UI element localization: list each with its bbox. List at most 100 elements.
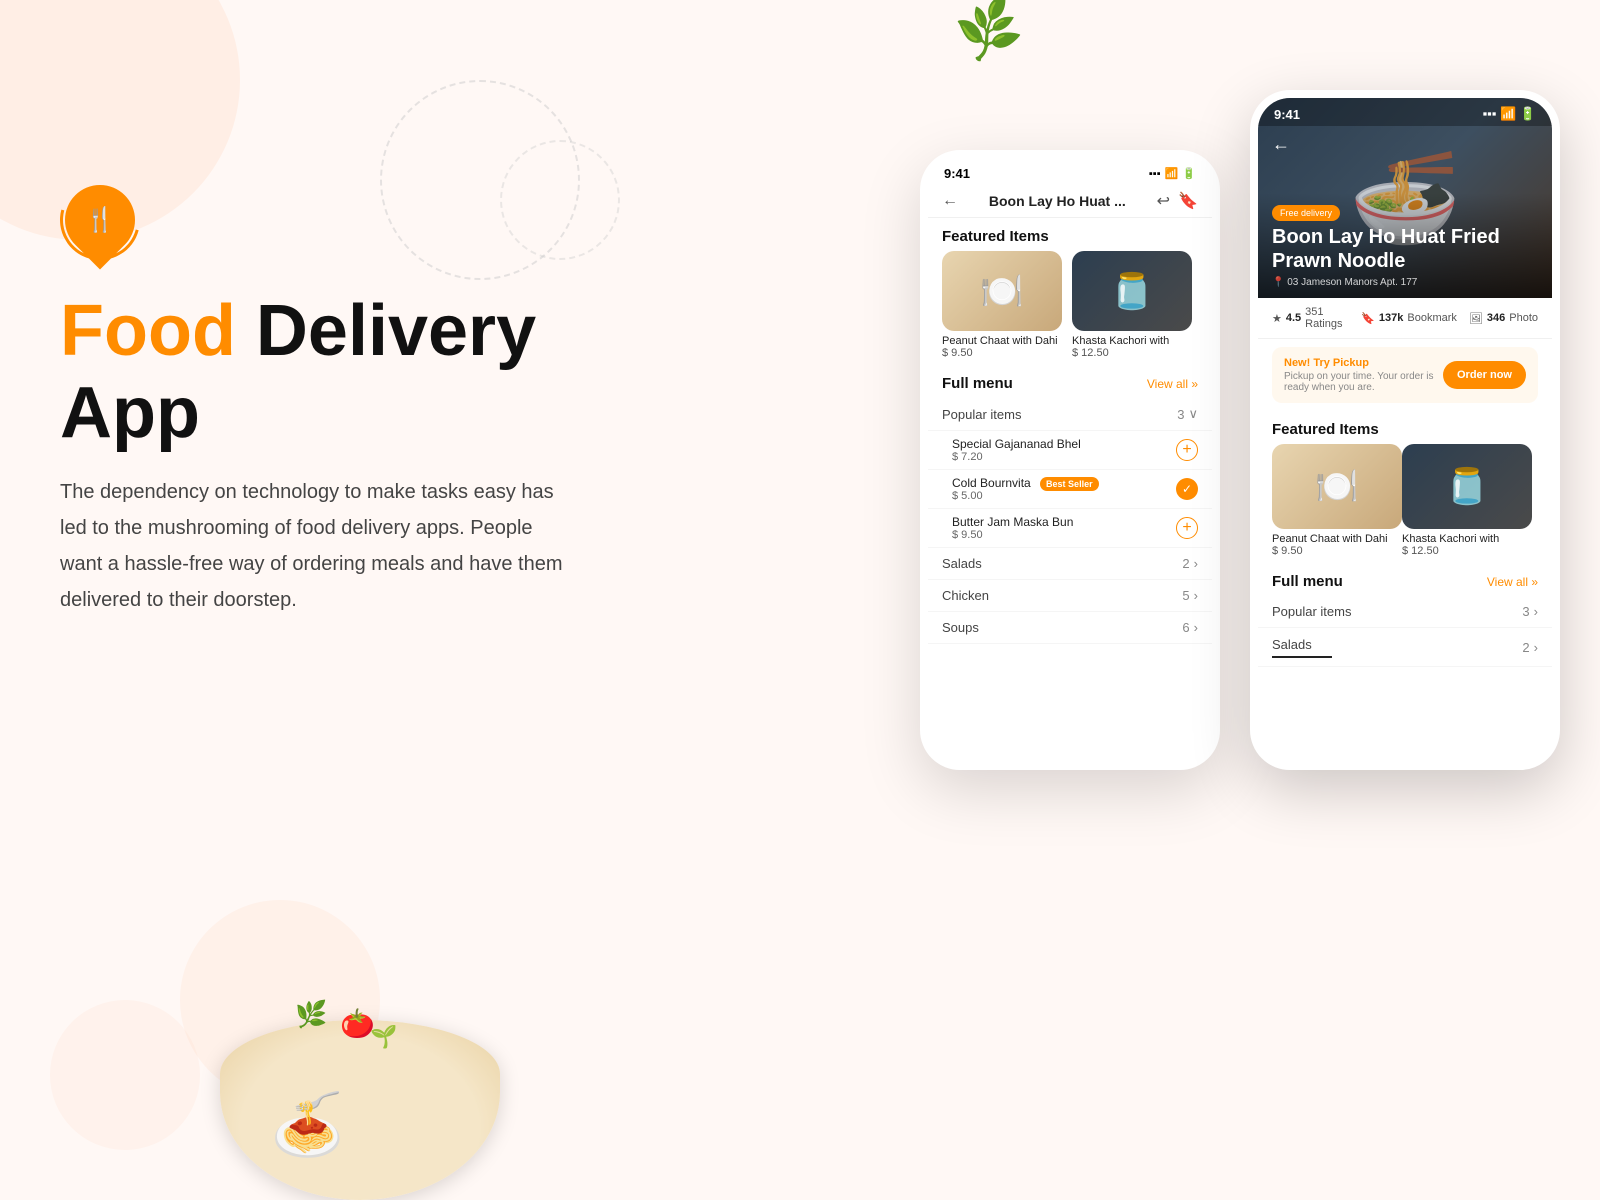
menu-item-1-price: $ 7.20 — [952, 451, 1176, 463]
pickup-desc: Pickup on your time. Your order is ready… — [1284, 371, 1443, 393]
phone1-scroll[interactable]: Featured Items 🍽️ Peanut Chaat with Dahi… — [928, 218, 1212, 766]
featured-price-2: $ 12.50 — [1072, 347, 1192, 359]
phones-area: 9:41 ▪▪▪ 📶 🔋 ← Boon Lay Ho Huat ... ↩ 🔖 … — [920, 90, 1560, 770]
phone1-view-all[interactable]: View all » — [1147, 377, 1198, 391]
category-soups-right: 6 › — [1182, 620, 1198, 635]
phone1-featured-title: Featured Items — [928, 218, 1212, 251]
category-popular-name: Popular items — [942, 407, 1021, 422]
add-btn-1[interactable]: + — [1176, 439, 1198, 461]
category-chicken[interactable]: Chicken 5 › — [928, 580, 1212, 612]
category-soups-name: Soups — [942, 620, 979, 635]
phone2-salads-name: Salads — [1272, 637, 1312, 652]
phone2-featured-item-2[interactable]: 🫙 Khasta Kachori with $ 12.50 — [1402, 444, 1522, 557]
photo-value: 346 — [1487, 312, 1505, 324]
order-now-button[interactable]: Order now — [1443, 361, 1526, 389]
featured-item-2[interactable]: 🫙 Khasta Kachori with $ 12.50 — [1072, 251, 1192, 359]
pasta-bowl: 🍝 — [220, 1020, 500, 1200]
phone2-category-popular[interactable]: Popular items 3 › — [1258, 596, 1552, 628]
bookmark-value: 137k — [1379, 312, 1403, 324]
logo-area — [60, 180, 620, 260]
featured-name-1: Peanut Chaat with Dahi — [942, 335, 1062, 347]
phone1-full-menu-title: Full menu — [942, 375, 1013, 392]
phone1-navbar: ← Boon Lay Ho Huat ... ↩ 🔖 — [928, 185, 1212, 218]
category-salads-right: 2 › — [1182, 556, 1198, 571]
stat-rating: ★ 4.5 351 Ratings — [1272, 306, 1349, 330]
free-delivery-badge: Free delivery — [1272, 205, 1340, 221]
phone2-featured-price-2: $ 12.50 — [1402, 545, 1522, 557]
category-soups-count: 6 — [1182, 620, 1189, 635]
phone1-back-button[interactable]: ← — [942, 192, 958, 210]
featured-price-1: $ 9.50 — [942, 347, 1062, 359]
phone-2: 🍜 9:41 ▪▪▪ 📶 🔋 ← Free delivery Boon Lay … — [1250, 90, 1560, 770]
phone2-full-menu-header: Full menu View all » — [1258, 567, 1552, 596]
category-salads[interactable]: Salads 2 › — [928, 548, 1212, 580]
logo-orbit — [45, 165, 154, 274]
photo-stat-icon: 🖼 — [1469, 312, 1483, 325]
category-popular[interactable]: Popular items 3 ∨ — [928, 398, 1212, 431]
add-btn-3[interactable]: + — [1176, 517, 1198, 539]
phone1-status-bar: 9:41 ▪▪▪ 📶 🔋 — [928, 158, 1212, 185]
phone2-featured-item-1[interactable]: 🍽️ Peanut Chaat with Dahi $ 9.50 — [1272, 444, 1392, 557]
phone2-category-salads[interactable]: Salads 2 › — [1258, 628, 1552, 667]
phone2-status-bar: 9:41 ▪▪▪ 📶 🔋 — [1258, 98, 1552, 126]
phone1-share-button[interactable]: ↩ — [1157, 191, 1170, 211]
chevron-down-icon: ∨ — [1188, 406, 1198, 422]
pickup-banner: New! Try Pickup Pickup on your time. You… — [1272, 347, 1538, 403]
menu-item-1[interactable]: Special Gajananad Bhel $ 7.20 + — [928, 431, 1212, 470]
check-btn-2[interactable]: ✓ — [1176, 478, 1198, 500]
category-salads-name: Salads — [942, 556, 982, 571]
pasta-emoji: 🍝 — [270, 1089, 345, 1160]
menu-item-3-left: Butter Jam Maska Bun $ 9.50 — [952, 515, 1176, 541]
chevron-right-icon-chicken: › — [1194, 588, 1198, 603]
phone2-salads-left: Salads — [1272, 636, 1332, 658]
menu-item-1-name: Special Gajananad Bhel — [952, 437, 1176, 451]
chevron-right-icon-soups: › — [1194, 620, 1198, 635]
location-icon: 📍 — [1272, 277, 1284, 288]
category-chicken-count: 5 — [1182, 588, 1189, 603]
phone1-bookmark-button[interactable]: 🔖 — [1178, 191, 1198, 211]
salads-underline — [1272, 656, 1332, 658]
phone1-time: 9:41 — [944, 166, 970, 181]
category-popular-right: 3 ∨ — [1177, 406, 1198, 422]
phone2-full-menu-title: Full menu — [1272, 573, 1343, 590]
star-icon: ★ — [1272, 312, 1282, 325]
menu-item-3[interactable]: Butter Jam Maska Bun $ 9.50 + — [928, 509, 1212, 548]
signal-icon: ▪▪▪ — [1149, 168, 1161, 180]
rating-value: 4.5 — [1286, 312, 1301, 324]
phone2-status-icons: ▪▪▪ 📶 🔋 — [1483, 106, 1536, 122]
description-text: The dependency on technology to make tas… — [60, 474, 580, 618]
phone2-salads-count: 2 — [1522, 640, 1529, 655]
bg-decoration-3 — [50, 1000, 200, 1150]
phone2-featured-name-2: Khasta Kachori with — [1402, 533, 1522, 545]
wifi-icon: 📶 — [1165, 167, 1179, 180]
phone-1: 9:41 ▪▪▪ 📶 🔋 ← Boon Lay Ho Huat ... ↩ 🔖 … — [920, 150, 1220, 770]
menu-item-3-price: $ 9.50 — [952, 529, 1176, 541]
photo-label: Photo — [1509, 312, 1538, 324]
herb-decoration: 🌿 — [950, 0, 1029, 68]
logo-icon — [60, 180, 140, 260]
phone2-popular-name: Popular items — [1272, 604, 1351, 619]
phone2-salads-chevron: › — [1534, 640, 1538, 655]
featured-item-1[interactable]: 🍽️ Peanut Chaat with Dahi $ 9.50 — [942, 251, 1062, 359]
hero-overlay: Free delivery Boon Lay Ho Huat Fried Pra… — [1258, 193, 1552, 298]
hero-address: 📍 03 Jameson Manors Apt. 177 — [1272, 277, 1538, 288]
phone2-back-btn[interactable]: ← — [1272, 134, 1290, 155]
left-section: Food Delivery App The dependency on tech… — [60, 180, 620, 618]
menu-item-2-name: Cold Bournvita Best Seller — [952, 476, 1176, 490]
headline-delivery: Delivery — [236, 291, 536, 371]
phone2-featured-img-2: 🫙 — [1402, 444, 1532, 529]
phone2-popular-count: 3 — [1522, 604, 1529, 619]
best-seller-badge: Best Seller — [1040, 477, 1099, 491]
category-soups[interactable]: Soups 6 › — [928, 612, 1212, 644]
menu-item-3-name: Butter Jam Maska Bun — [952, 515, 1176, 529]
hero-restaurant-name: Boon Lay Ho Huat Fried Prawn Noodle — [1272, 225, 1538, 273]
phone2-featured-scroll: 🍽️ Peanut Chaat with Dahi $ 9.50 🫙 Khast… — [1258, 444, 1552, 567]
phone2-view-all[interactable]: View all » — [1487, 575, 1538, 589]
phone2-popular-right: 3 › — [1522, 604, 1538, 619]
featured-img-1: 🍽️ — [942, 251, 1062, 331]
stat-bookmarks: 🔖 137k Bookmark — [1361, 306, 1457, 330]
menu-item-2-price: $ 5.00 — [952, 490, 1176, 502]
category-salads-count: 2 — [1182, 556, 1189, 571]
headline-app: App — [60, 372, 620, 454]
menu-item-2[interactable]: Cold Bournvita Best Seller $ 5.00 ✓ — [928, 470, 1212, 509]
